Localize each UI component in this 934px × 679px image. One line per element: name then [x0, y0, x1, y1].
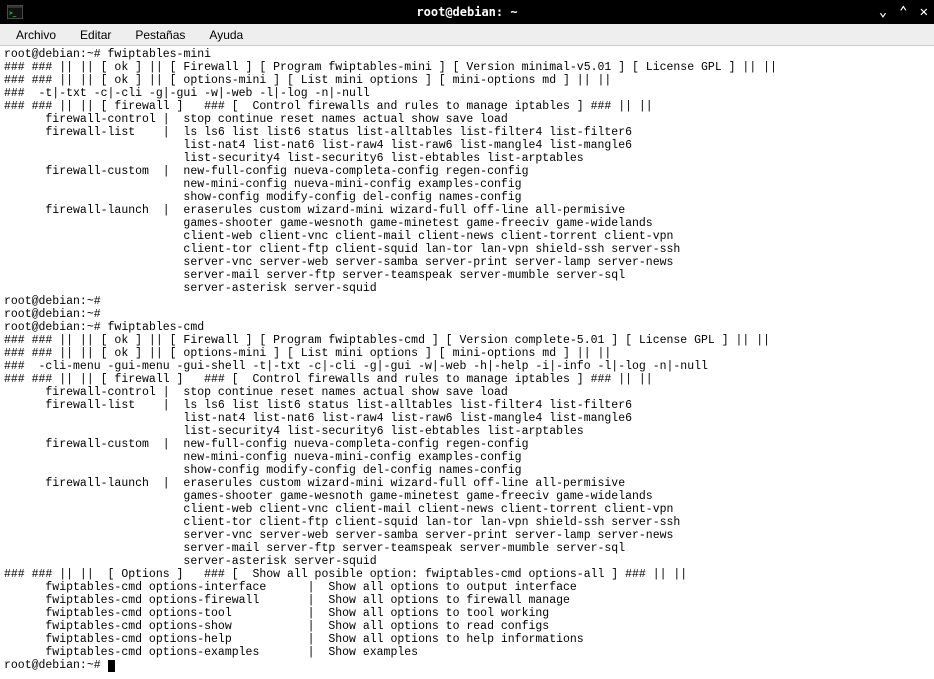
menu-ayuda[interactable]: Ayuda [199, 26, 253, 44]
output-line: new-mini-config nueva-mini-config exampl… [4, 451, 522, 464]
minimize-button[interactable]: ⌄ [879, 4, 887, 20]
svg-text:>_: >_ [9, 10, 17, 17]
prompt: root@debian:~# [4, 308, 101, 321]
output-line: firewall-list | ls ls6 list list6 status… [4, 126, 632, 139]
output-line: ### ### || || [ Options ] ### [ Show all… [4, 568, 687, 581]
output-line: ### ### || || [ ok ] || [ Firewall ] [ P… [4, 61, 777, 74]
output-line: fwiptables-cmd options-interface | Show … [4, 581, 577, 594]
output-line: firewall-custom | new-full-config nueva-… [4, 165, 529, 178]
output-line: fwiptables-cmd options-show | Show all o… [4, 620, 549, 633]
menubar: Archivo Editar Pestañas Ayuda [0, 24, 934, 46]
command-text: fwiptables-mini [108, 48, 212, 61]
output-line: firewall-control | stop continue reset n… [4, 113, 508, 126]
output-line: server-vnc server-web server-samba serve… [4, 529, 673, 542]
output-line: list-security4 list-security6 list-ebtab… [4, 152, 584, 165]
output-line: server-asterisk server-squid [4, 555, 377, 568]
output-line: list-nat4 list-nat6 list-raw4 list-raw6 … [4, 139, 632, 152]
output-line: firewall-list | ls ls6 list list6 status… [4, 399, 632, 412]
output-line: ### ### || || [ ok ] || [ options-mini ]… [4, 74, 611, 87]
output-line: fwiptables-cmd options-firewall | Show a… [4, 594, 570, 607]
output-line: client-tor client-ftp client-squid lan-t… [4, 243, 680, 256]
output-line: server-mail server-ftp server-teamspeak … [4, 269, 625, 282]
maximize-button[interactable]: ⌃ [899, 4, 907, 20]
output-line: ### ### || || [ ok ] || [ Firewall ] [ P… [4, 334, 770, 347]
window-title: root@debian: ~ [416, 5, 517, 19]
output-line: client-web client-vnc client-mail client… [4, 503, 673, 516]
terminal-content[interactable]: root@debian:~# fwiptables-mini ### ### |… [0, 46, 934, 674]
output-line: show-config modify-config del-config nam… [4, 191, 522, 204]
close-button[interactable]: ✕ [920, 4, 928, 20]
output-line: server-vnc server-web server-samba serve… [4, 256, 673, 269]
output-line: list-security4 list-security6 list-ebtab… [4, 425, 584, 438]
menu-pestanas[interactable]: Pestañas [125, 26, 195, 44]
prompt: root@debian:~# [4, 321, 108, 334]
command-text: fwiptables-cmd [108, 321, 205, 334]
output-line: firewall-launch | eraserules custom wiza… [4, 204, 625, 217]
output-line: games-shooter game-wesnoth game-minetest… [4, 490, 653, 503]
prompt: root@debian:~# [4, 295, 101, 308]
output-line: firewall-control | stop continue reset n… [4, 386, 508, 399]
output-line: client-tor client-ftp client-squid lan-t… [4, 516, 680, 529]
output-line: ### ### || || [ firewall ] ### [ Control… [4, 373, 653, 386]
output-line: client-web client-vnc client-mail client… [4, 230, 673, 243]
output-line: fwiptables-cmd options-tool | Show all o… [4, 607, 549, 620]
prompt: root@debian:~# [4, 659, 108, 672]
prompt: root@debian:~# [4, 48, 108, 61]
cursor [108, 660, 115, 672]
output-line: firewall-launch | eraserules custom wiza… [4, 477, 625, 490]
output-line: server-asterisk server-squid [4, 282, 377, 295]
output-line: ### -t|-txt -c|-cli -g|-gui -w|-web -l|-… [4, 87, 370, 100]
output-line: fwiptables-cmd options-examples | Show e… [4, 646, 418, 659]
window-titlebar: >_ root@debian: ~ ⌄ ⌃ ✕ [0, 0, 934, 24]
output-line: ### ### || || [ ok ] || [ options-mini ]… [4, 347, 611, 360]
output-line: games-shooter game-wesnoth game-minetest… [4, 217, 653, 230]
output-line: ### -cli-menu -gui-menu -gui-shell -t|-t… [4, 360, 708, 373]
output-line: new-mini-config nueva-mini-config exampl… [4, 178, 522, 191]
output-line: list-nat4 list-nat6 list-raw4 list-raw6 … [4, 412, 632, 425]
output-line: show-config modify-config del-config nam… [4, 464, 522, 477]
menu-archivo[interactable]: Archivo [6, 26, 66, 44]
menu-editar[interactable]: Editar [70, 26, 121, 44]
terminal-icon: >_ [6, 3, 24, 21]
output-line: fwiptables-cmd options-help | Show all o… [4, 633, 584, 646]
output-line: ### ### || || [ firewall ] ### [ Control… [4, 100, 653, 113]
output-line: server-mail server-ftp server-teamspeak … [4, 542, 625, 555]
output-line: firewall-custom | new-full-config nueva-… [4, 438, 529, 451]
